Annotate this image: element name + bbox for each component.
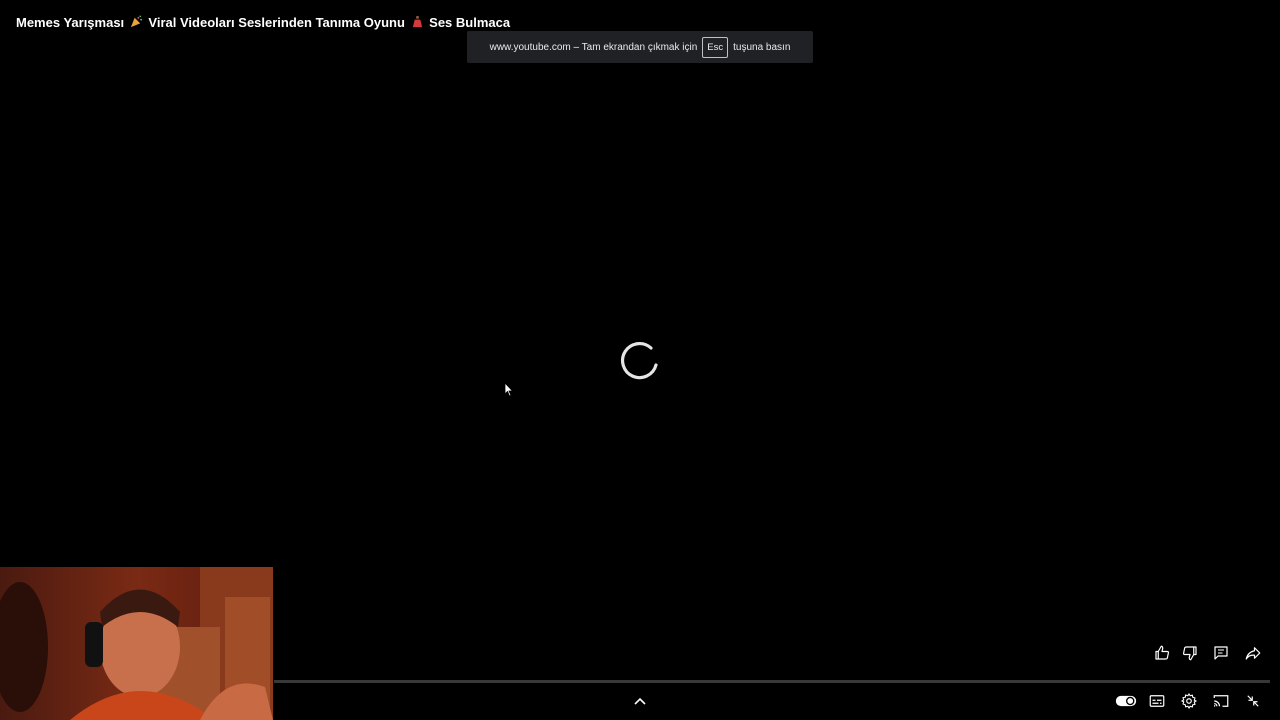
video-title-part-1: Memes Yarışması <box>16 15 125 31</box>
thumbs-down-icon <box>1182 646 1197 661</box>
dancer-icon <box>412 15 422 28</box>
video-title: Memes Yarışması Viral Videoları Seslerin… <box>16 14 510 30</box>
dislike-button[interactable] <box>1178 641 1202 665</box>
thumbs-up-icon <box>1155 645 1170 660</box>
like-button[interactable] <box>1150 641 1174 665</box>
webcam-overlay <box>0 567 273 720</box>
expand-panel-button[interactable] <box>630 691 650 711</box>
chevron-up-icon <box>634 697 646 705</box>
video-title-part-3: Ses Bulmaca <box>429 15 511 31</box>
autoplay-toggle[interactable] <box>1113 689 1139 713</box>
exit-fullscreen-icon <box>1247 695 1259 707</box>
party-popper-icon <box>130 15 142 28</box>
comments-button[interactable] <box>1209 641 1233 665</box>
esc-key-badge: Esc <box>702 36 729 58</box>
mouse-cursor-icon <box>504 382 514 397</box>
settings-icon <box>1181 693 1197 709</box>
comments-icon <box>1214 646 1228 660</box>
exit-fullscreen-button[interactable] <box>1241 689 1265 713</box>
share-icon <box>1245 647 1261 660</box>
loading-spinner-icon <box>621 342 658 380</box>
video-title-part-2: Viral Videoları Seslerinden Tanıma Oyunu <box>148 15 405 31</box>
subtitles-button[interactable] <box>1145 689 1169 713</box>
subtitles-icon <box>1149 695 1165 707</box>
settings-button[interactable] <box>1177 689 1201 713</box>
cast-icon <box>1213 695 1229 707</box>
autoplay-toggle-icon <box>1115 695 1137 707</box>
fullscreen-exit-notice: www.youtube.com – Tam ekrandan çıkmak iç… <box>467 31 813 63</box>
toast-prefix-text: www.youtube.com – Tam ekrandan çıkmak iç… <box>489 41 698 53</box>
share-button[interactable] <box>1241 641 1265 665</box>
toast-suffix-text: tuşuna basın <box>733 41 791 53</box>
progress-bar[interactable] <box>274 680 1270 683</box>
cast-button[interactable] <box>1209 689 1233 713</box>
